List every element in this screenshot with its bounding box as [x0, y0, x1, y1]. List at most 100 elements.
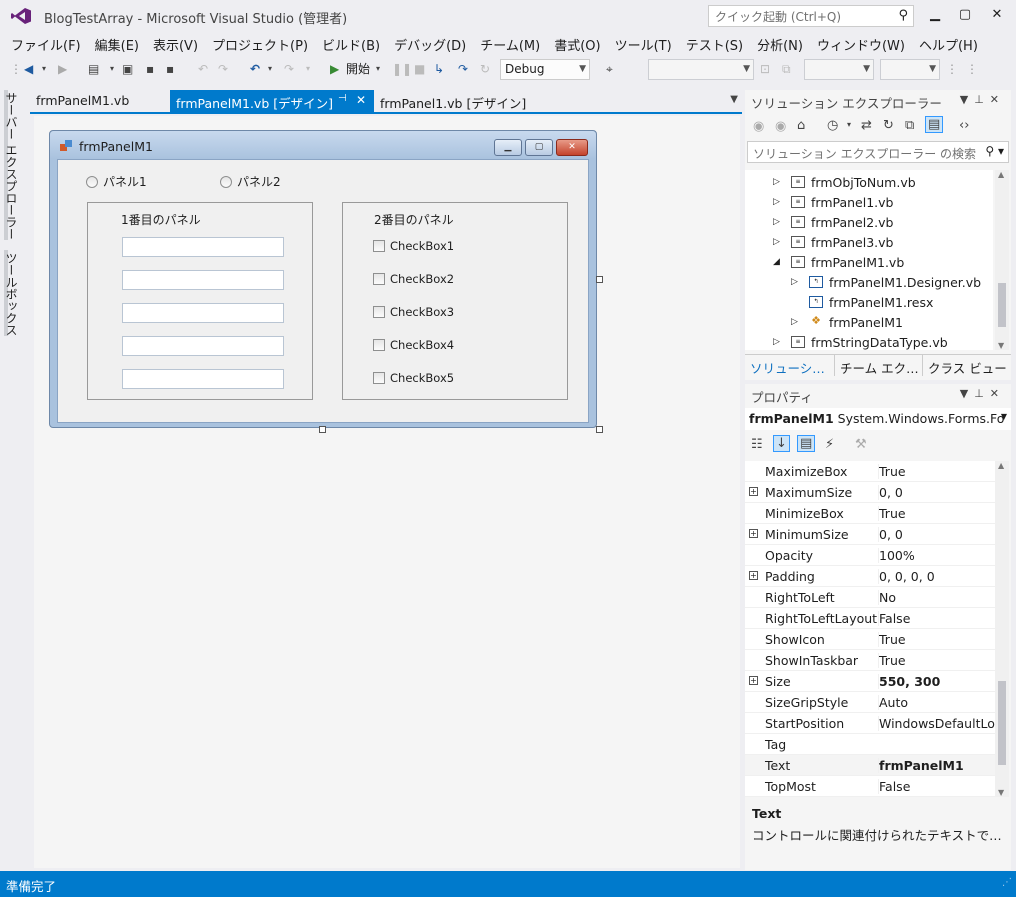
- resize-handle-right[interactable]: [596, 276, 603, 283]
- solution-explorer-search-input[interactable]: ソリューション エクスプローラー の検索 ⚲ ▾: [747, 141, 1009, 163]
- tab-team-explorer[interactable]: チーム エク…: [835, 355, 923, 376]
- checkbox-5[interactable]: CheckBox5: [373, 371, 454, 385]
- toolbar-options-icon[interactable]: ⋮: [946, 60, 958, 78]
- pending-dropdown-icon[interactable]: ▾: [847, 120, 851, 129]
- new-project-icon[interactable]: ▤: [88, 60, 99, 78]
- pin-icon[interactable]: ⊥: [974, 387, 990, 400]
- form-caption-bar[interactable]: frmPanelM1 ▁ ▢ ✕: [50, 131, 596, 159]
- refresh-icon[interactable]: ↻: [883, 118, 894, 133]
- alphabetical-icon[interactable]: ↓: [773, 435, 790, 452]
- property-row[interactable]: Tag: [745, 734, 995, 755]
- forward-icon[interactable]: ◉: [775, 119, 786, 134]
- expand-plus-icon[interactable]: +: [749, 676, 758, 685]
- expand-plus-icon[interactable]: +: [749, 529, 758, 538]
- property-grid-scrollbar[interactable]: ▲ ▼: [995, 461, 1009, 797]
- quick-launch-input[interactable]: クイック起動 (Ctrl+Q) ⚲: [708, 5, 914, 27]
- textbox-3[interactable]: [122, 303, 284, 323]
- save-icon[interactable]: ▪: [146, 60, 154, 78]
- collapse-arrow-icon[interactable]: ◢: [773, 257, 785, 267]
- close-button[interactable]: ✕: [982, 4, 1012, 26]
- checkbox-2[interactable]: CheckBox2: [373, 272, 454, 286]
- undo-dropdown-icon[interactable]: ▾: [268, 60, 272, 78]
- form-client-area[interactable]: パネル1 パネル2 1番目のパネル 2番目のパネル CheckBox1 Chec…: [57, 159, 589, 423]
- property-row[interactable]: + Padding 0, 0, 0, 0: [745, 566, 995, 587]
- property-row[interactable]: + MaximumSize 0, 0: [745, 482, 995, 503]
- tab-frmpanel1-design[interactable]: frmPanel1.vb [デザイン]: [374, 90, 544, 112]
- expand-arrow-icon[interactable]: ▷: [773, 177, 785, 187]
- radio-panel2[interactable]: パネル2: [220, 173, 281, 190]
- solution-tree-scrollbar[interactable]: ▲ ▼: [995, 170, 1009, 350]
- show-all-files-icon[interactable]: ▤: [925, 116, 944, 133]
- view-code-icon[interactable]: ‹›: [959, 118, 969, 133]
- property-value[interactable]: WindowsDefaultLoc: [878, 716, 995, 731]
- toolbar-options-icon[interactable]: ⋮: [966, 60, 978, 78]
- home-icon[interactable]: ⌂: [797, 118, 805, 133]
- menu-window[interactable]: ウィンドウ(W): [810, 32, 912, 54]
- menu-file[interactable]: ファイル(F): [4, 32, 88, 54]
- properties-object-selector[interactable]: frmPanelM1 System.Windows.Forms.Fo ▼: [745, 408, 1011, 430]
- property-value[interactable]: 100%: [878, 548, 995, 563]
- property-value[interactable]: 0, 0: [878, 527, 995, 542]
- tree-item[interactable]: ▷ ❖ frmPanelM1: [791, 312, 903, 332]
- property-row[interactable]: RightToLeft No: [745, 587, 995, 608]
- property-value[interactable]: frmPanelM1: [878, 758, 995, 773]
- pane-menu-icon[interactable]: ▼: [960, 387, 974, 400]
- maximize-button[interactable]: ▢: [950, 4, 980, 26]
- categorized-icon[interactable]: ☷: [751, 437, 763, 452]
- expand-arrow-icon[interactable]: ▷: [791, 317, 803, 327]
- start-button[interactable]: 開始: [346, 60, 370, 78]
- textbox-5[interactable]: [122, 369, 284, 389]
- scroll-down-icon[interactable]: ▼: [998, 341, 1004, 350]
- property-value[interactable]: False: [878, 611, 995, 626]
- resize-handle-corner[interactable]: [596, 426, 603, 433]
- start-icon[interactable]: ▶: [330, 60, 339, 78]
- expand-plus-icon[interactable]: +: [749, 487, 758, 496]
- property-value[interactable]: 550, 300: [878, 674, 995, 689]
- properties-icon[interactable]: ▤: [797, 435, 816, 452]
- designer-form-frmpanelm1[interactable]: frmPanelM1 ▁ ▢ ✕ パネル1 パネル2 1番目のパネル 2番目のパ…: [49, 130, 597, 428]
- scroll-up-icon[interactable]: ▲: [998, 170, 1004, 179]
- checkbox-4[interactable]: CheckBox4: [373, 338, 454, 352]
- scroll-up-icon[interactable]: ▲: [998, 461, 1004, 470]
- redo-disabled-icon[interactable]: ↷: [218, 60, 228, 78]
- property-value[interactable]: No: [878, 590, 995, 605]
- navigate-forward-icon[interactable]: ▶: [58, 60, 67, 78]
- order-icon[interactable]: ⧉: [782, 60, 791, 78]
- panel2-groupbox[interactable]: 2番目のパネル CheckBox1 CheckBox2 CheckBox3 Ch…: [342, 202, 568, 400]
- expand-arrow-icon[interactable]: ▷: [791, 277, 803, 287]
- menu-help[interactable]: ヘルプ(H): [912, 32, 985, 54]
- find-icon[interactable]: ⌖: [606, 60, 613, 78]
- textbox-2[interactable]: [122, 270, 284, 290]
- redo-dropdown-icon[interactable]: ▾: [306, 60, 310, 78]
- property-value[interactable]: True: [878, 464, 995, 479]
- panel1-groupbox[interactable]: 1番目のパネル: [87, 202, 313, 400]
- form-designer-surface[interactable]: frmPanelM1 ▁ ▢ ✕ パネル1 パネル2 1番目のパネル 2番目のパ…: [34, 116, 740, 868]
- align-icon[interactable]: ⊡: [760, 60, 770, 78]
- tab-frmpanelm1-code[interactable]: frmPanelM1.vb: [30, 90, 170, 112]
- menu-team[interactable]: チーム(M): [473, 32, 547, 54]
- expand-arrow-icon[interactable]: ▷: [773, 197, 785, 207]
- property-row[interactable]: + MinimumSize 0, 0: [745, 524, 995, 545]
- tab-class-view[interactable]: クラス ビュー: [923, 355, 1011, 376]
- menu-debug[interactable]: デバッグ(D): [387, 32, 473, 54]
- property-value[interactable]: True: [878, 506, 995, 521]
- expand-arrow-icon[interactable]: ▷: [773, 217, 785, 227]
- checkbox-3[interactable]: CheckBox3: [373, 305, 454, 319]
- toolbox-tab[interactable]: ツールボックス: [4, 250, 20, 336]
- property-row[interactable]: MinimizeBox True: [745, 503, 995, 524]
- textbox-1[interactable]: [122, 237, 284, 257]
- property-row[interactable]: Text frmPanelM1: [745, 755, 995, 776]
- tree-item[interactable]: ▷ ≡ frmStringDataType.vb: [773, 332, 948, 350]
- property-value[interactable]: Auto: [878, 695, 995, 710]
- close-icon[interactable]: ✕: [990, 93, 1005, 106]
- property-value[interactable]: 0, 0: [878, 485, 995, 500]
- sync-icon[interactable]: ⇄: [861, 118, 872, 133]
- navigate-back-icon[interactable]: ◀: [24, 60, 33, 78]
- scroll-down-icon[interactable]: ▼: [998, 788, 1004, 797]
- property-row[interactable]: ShowIcon True: [745, 629, 995, 650]
- property-row[interactable]: Opacity 100%: [745, 545, 995, 566]
- menu-build[interactable]: ビルド(B): [315, 32, 387, 54]
- pin-icon[interactable]: ⊥: [974, 93, 990, 106]
- tab-solution-explorer[interactable]: ソリューシ…: [745, 355, 835, 376]
- property-value[interactable]: False: [878, 779, 995, 794]
